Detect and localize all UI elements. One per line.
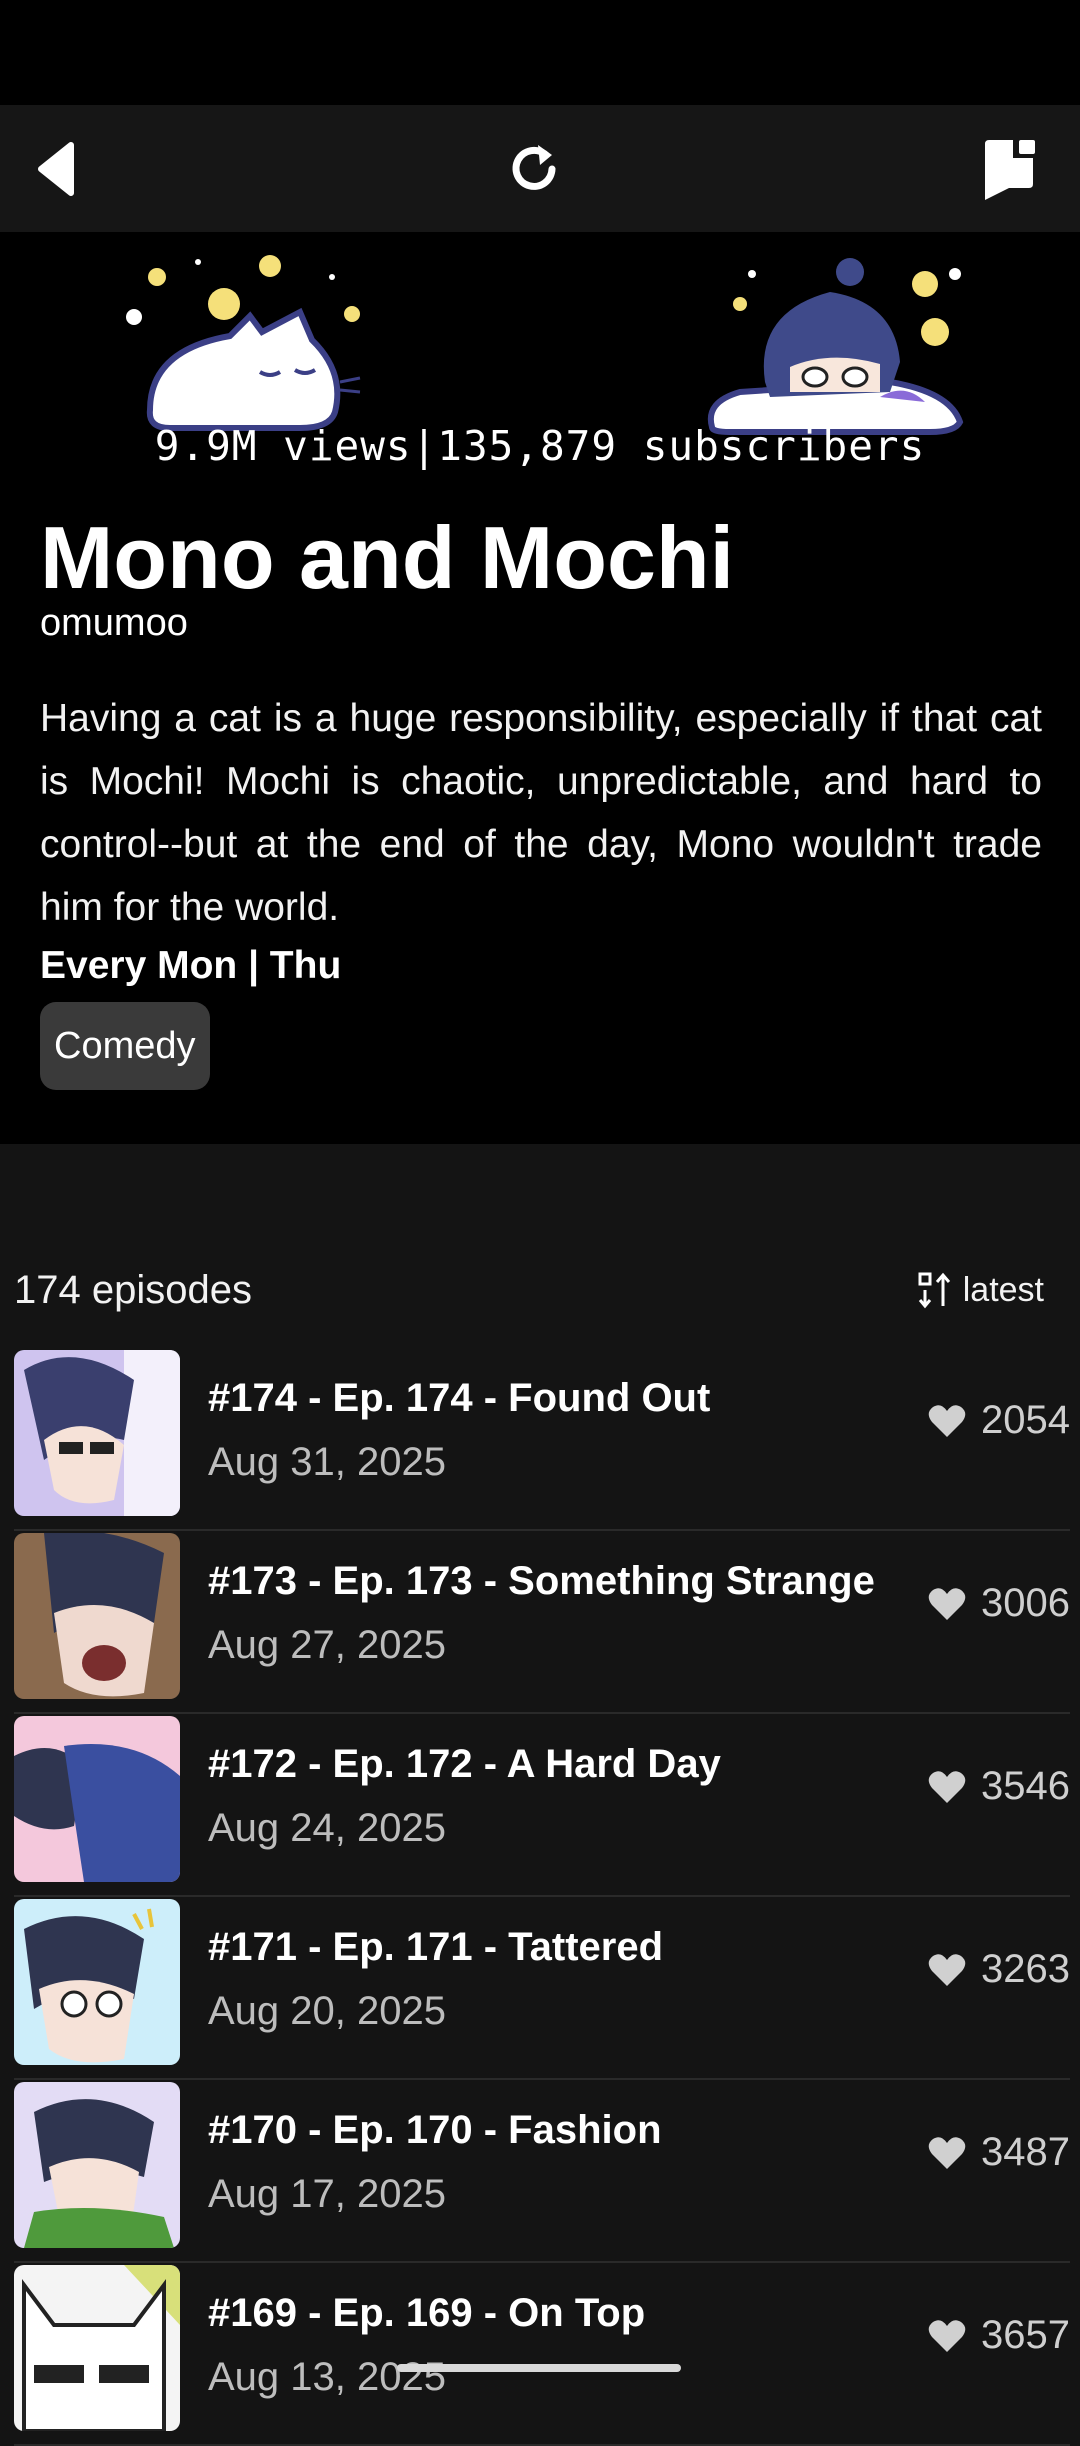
episode-likes: 3657 — [927, 2313, 1070, 2358]
episode-title: #173 - Ep. 173 - Something Strange — [208, 1559, 875, 1603]
episode-list: #174 - Ep. 174 - Found Out Aug 31, 2025 … — [0, 1348, 1080, 2446]
episode-likes: 3546 — [927, 1764, 1070, 1809]
like-count: 2054 — [981, 1398, 1070, 1442]
heart-icon — [928, 2319, 966, 2352]
series-description: Having a cat is a huge responsibility, e… — [40, 697, 1042, 929]
back-button[interactable] — [14, 127, 98, 211]
episode-row[interactable]: #174 - Ep. 174 - Found Out Aug 31, 2025 … — [0, 1348, 1080, 1531]
series-stats: 9.9M views|135,879 subscribers — [154, 422, 926, 470]
episode-thumbnail — [14, 1899, 180, 2065]
episode-row[interactable]: #173 - Ep. 173 - Something Strange Aug 2… — [0, 1531, 1080, 1714]
sort-icon — [918, 1272, 950, 1309]
series-header: 9.9M views|135,879 subscribers Mono and … — [0, 232, 1080, 1144]
refresh-icon — [512, 145, 556, 190]
episode-row[interactable]: #170 - Ep. 170 - Fashion Aug 17, 2025 34… — [0, 2080, 1080, 2263]
episode-title: #174 - Ep. 174 - Found Out — [208, 1376, 711, 1420]
episode-likes: 3006 — [927, 1581, 1070, 1626]
episode-title: #169 - Ep. 169 - On Top — [208, 2291, 646, 2335]
home-indicator[interactable] — [397, 2364, 681, 2372]
episode-count: 174 episodes — [14, 1268, 252, 1312]
refresh-button[interactable] — [492, 127, 576, 211]
episode-likes: 3263 — [927, 1947, 1070, 1992]
episodes-header: 174 episodes latest — [0, 1260, 1080, 1330]
episode-row[interactable]: #172 - Ep. 172 - A Hard Day Aug 24, 2025… — [0, 1714, 1080, 1897]
episode-row[interactable]: #169 - Ep. 169 - On Top Aug 13, 2025 365… — [0, 2263, 1080, 2446]
episode-thumbnail — [14, 2082, 180, 2248]
status-bar — [0, 0, 1080, 105]
sort-label: latest — [962, 1270, 1044, 1309]
episode-title: #172 - Ep. 172 - A Hard Day — [208, 1742, 721, 1786]
back-arrow-icon — [38, 142, 74, 196]
top-toolbar — [0, 105, 1080, 232]
episode-thumbnail — [14, 1716, 180, 1882]
like-count: 3006 — [981, 1581, 1070, 1625]
episode-date: Aug 13, 2025 — [208, 2355, 446, 2399]
genre-tag[interactable]: Comedy — [40, 1002, 210, 1090]
episode-thumbnail — [14, 1533, 180, 1699]
subscribe-bookmark-button[interactable] — [968, 127, 1052, 211]
episode-title: #171 - Ep. 171 - Tattered — [208, 1925, 663, 1969]
heart-icon — [928, 1770, 966, 1803]
series-author[interactable]: omumoo — [40, 602, 188, 645]
like-count: 3263 — [981, 1947, 1070, 1991]
episode-date: Aug 27, 2025 — [208, 1623, 446, 1667]
series-title: Mono and Mochi — [40, 508, 735, 607]
episode-thumbnail — [14, 2265, 180, 2431]
episode-date: Aug 20, 2025 — [208, 1989, 446, 2033]
heart-icon — [928, 1404, 966, 1437]
release-schedule: Every Mon | Thu — [40, 944, 342, 987]
heart-icon — [928, 1587, 966, 1620]
bookmark-flag-icon — [985, 140, 1035, 200]
like-count: 3546 — [981, 1764, 1070, 1808]
like-count: 3487 — [981, 2130, 1070, 2174]
episode-date: Aug 31, 2025 — [208, 1440, 446, 1484]
episode-date: Aug 17, 2025 — [208, 2172, 446, 2216]
heart-icon — [928, 2136, 966, 2169]
heart-icon — [928, 1953, 966, 1986]
episode-title: #170 - Ep. 170 - Fashion — [208, 2108, 662, 2152]
episode-thumbnail — [14, 1350, 180, 1516]
episode-likes: 3487 — [927, 2130, 1070, 2175]
like-count: 3657 — [981, 2313, 1070, 2357]
episode-date: Aug 24, 2025 — [208, 1806, 446, 1850]
sort-toggle[interactable]: latest — [917, 1270, 1044, 1310]
episode-likes: 2054 — [927, 1398, 1070, 1443]
episode-row[interactable]: #171 - Ep. 171 - Tattered Aug 20, 2025 3… — [0, 1897, 1080, 2080]
